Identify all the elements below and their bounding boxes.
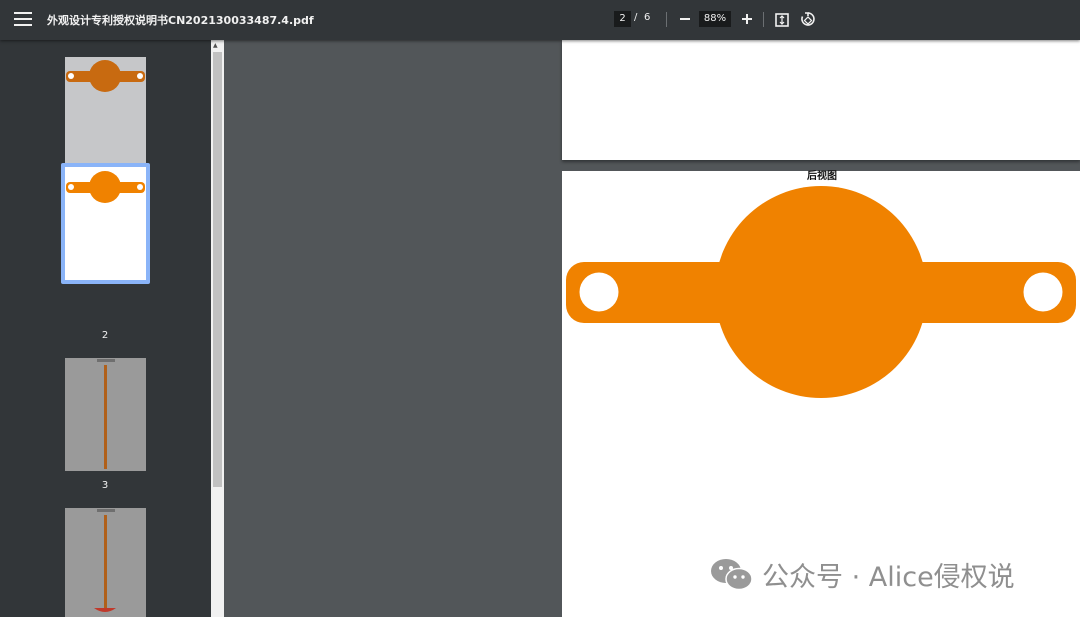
left-hole [579, 272, 619, 312]
page-thumbnail-2[interactable] [65, 167, 146, 280]
pdf-toolbar: 外观设计专利授权说明书CN202130033487.4.pdf 2 / 6 88… [0, 0, 1080, 40]
page-thumbnail-3[interactable] [65, 358, 146, 471]
sidebar-scrollbar-thumb[interactable] [213, 52, 222, 487]
watermark: 公众号 · Alice侵权说 [710, 556, 1015, 593]
design-drawing-rear-view [566, 186, 1076, 398]
toolbar-divider [763, 12, 764, 27]
fit-to-page-icon[interactable] [775, 12, 789, 27]
page-thumbnail-4[interactable] [65, 508, 146, 617]
zoom-input[interactable]: 88% [699, 11, 731, 27]
menu-icon[interactable] [14, 12, 32, 28]
wechat-icon [711, 559, 753, 591]
center-disc [715, 186, 927, 398]
rotate-icon[interactable] [800, 11, 816, 27]
total-pages: 6 [644, 12, 651, 23]
pdf-page-1 [562, 40, 1080, 160]
toolbar-divider [666, 12, 667, 27]
zoom-out-icon[interactable] [677, 9, 693, 29]
document-title: 外观设计专利授权说明书CN202130033487.4.pdf [47, 14, 314, 27]
page-number-input[interactable]: 2 [614, 11, 631, 27]
thumbnail-label: 3 [101, 480, 109, 491]
right-hole [1023, 272, 1063, 312]
page-separator: / [634, 12, 638, 23]
scroll-up-arrow-icon[interactable]: ▲ [213, 42, 218, 49]
watermark-text: 公众号 · Alice侵权说 [762, 561, 1015, 593]
page-thumbnail-1[interactable] [65, 57, 146, 170]
zoom-in-icon[interactable] [739, 9, 755, 29]
thumbnail-label: 2 [101, 330, 109, 341]
